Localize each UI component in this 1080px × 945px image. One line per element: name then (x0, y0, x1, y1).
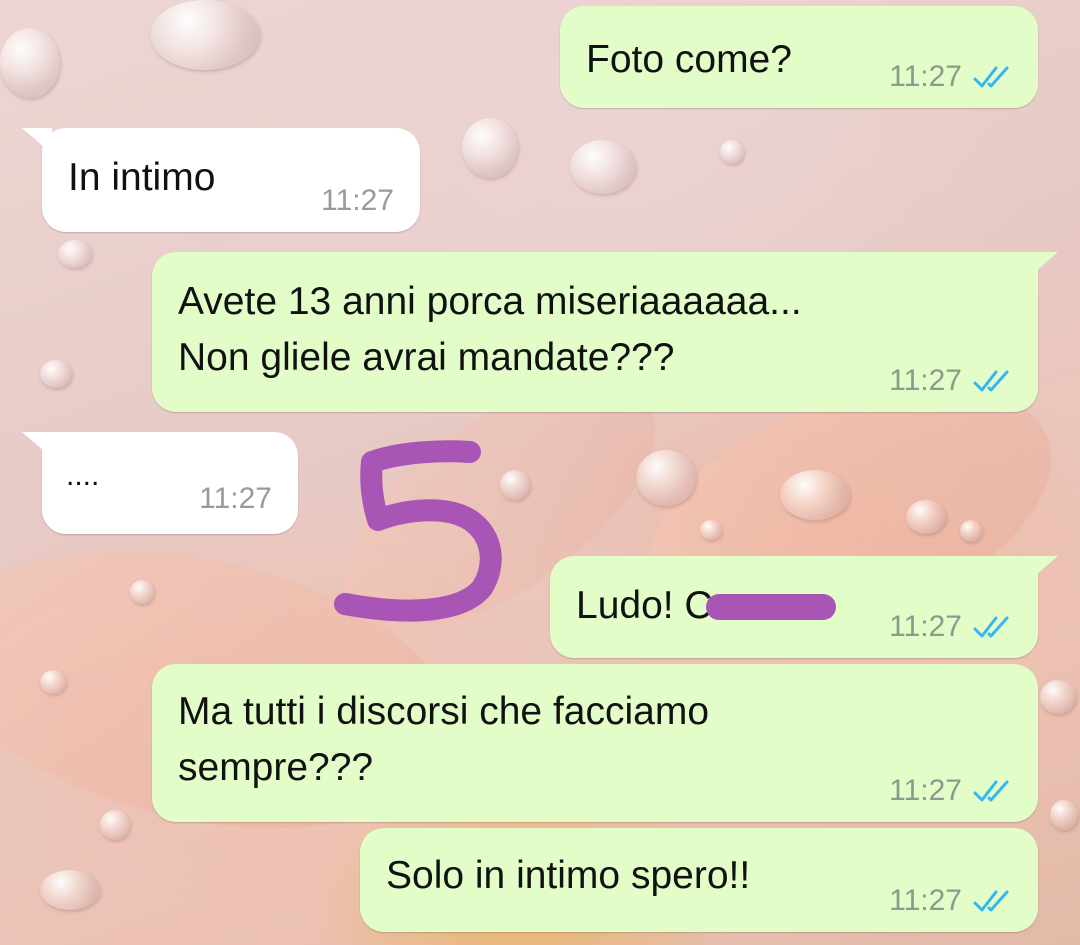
message-text: Foto come? (586, 38, 792, 81)
water-drop (720, 140, 744, 164)
water-drop (700, 520, 722, 540)
message-text: Ma tutti i discorsi che facciamo sempre?… (178, 690, 710, 789)
double-check-read-icon (973, 370, 1009, 392)
bubble-tail (22, 128, 52, 154)
message-time: 11:27 (199, 482, 272, 515)
message-bubble-outgoing[interactable]: Ludo! C 11:27 (550, 556, 1058, 658)
water-drop (40, 360, 72, 388)
double-check-read-icon (973, 890, 1009, 912)
message-bubble-incoming[interactable]: .... 11:27 (22, 432, 298, 534)
message-text: Solo in intimo spero!! (386, 854, 751, 897)
message-bubble-incoming[interactable]: In intimo 11:27 (22, 128, 420, 232)
water-drop (462, 118, 518, 178)
water-drop (100, 810, 130, 840)
bubble-tail (1028, 252, 1058, 278)
message-bubble-outgoing[interactable]: Foto come? 11:27 (560, 6, 1038, 108)
message-time: 11:27 (889, 774, 962, 807)
message-meta: 11:27 (889, 610, 1016, 644)
message-time: 11:27 (889, 364, 962, 397)
bubble-tail (1028, 556, 1058, 582)
water-drop (906, 500, 946, 534)
water-drop (500, 470, 530, 500)
message-bubble-outgoing[interactable]: Avete 13 anni porca miseriaaaaaa... Non … (152, 252, 1058, 412)
message-meta: 11:27 (889, 774, 1016, 808)
double-check-read-icon (973, 616, 1009, 638)
water-drop (130, 580, 154, 604)
redaction-mark (706, 594, 836, 620)
water-drop (40, 870, 100, 910)
message-time: 11:27 (321, 184, 394, 217)
water-drop (1040, 680, 1076, 714)
water-drop (960, 520, 982, 542)
message-time: 11:27 (889, 610, 962, 643)
message-time: 11:27 (889, 60, 962, 93)
message-text: Avete 13 anni porca miseriaaaaaa... Non … (178, 280, 802, 379)
water-drop (570, 140, 636, 194)
double-check-read-icon (973, 780, 1009, 802)
water-drop (1050, 800, 1078, 830)
message-meta: 11:27 (889, 364, 1016, 398)
message-text: Ludo! C (576, 584, 713, 627)
message-bubble-outgoing[interactable]: Ma tutti i discorsi che facciamo sempre?… (152, 664, 1038, 822)
bubble-tail (22, 432, 52, 458)
double-check-read-icon (973, 66, 1009, 88)
message-text: In intimo (68, 156, 216, 199)
message-bubble-outgoing[interactable]: Solo in intimo spero!! 11:27 (360, 828, 1038, 932)
message-meta: 11:27 (889, 884, 1016, 918)
water-drop (780, 470, 850, 520)
water-drop (0, 28, 60, 98)
message-meta: 11:27 (889, 60, 1016, 94)
water-drop (40, 670, 66, 694)
message-time: 11:27 (889, 884, 962, 917)
water-drop (58, 240, 92, 268)
message-meta: 11:27 (199, 482, 272, 516)
water-drop (150, 0, 260, 70)
message-text: .... (66, 459, 100, 492)
message-meta: 11:27 (321, 184, 394, 218)
water-drop (636, 450, 696, 506)
